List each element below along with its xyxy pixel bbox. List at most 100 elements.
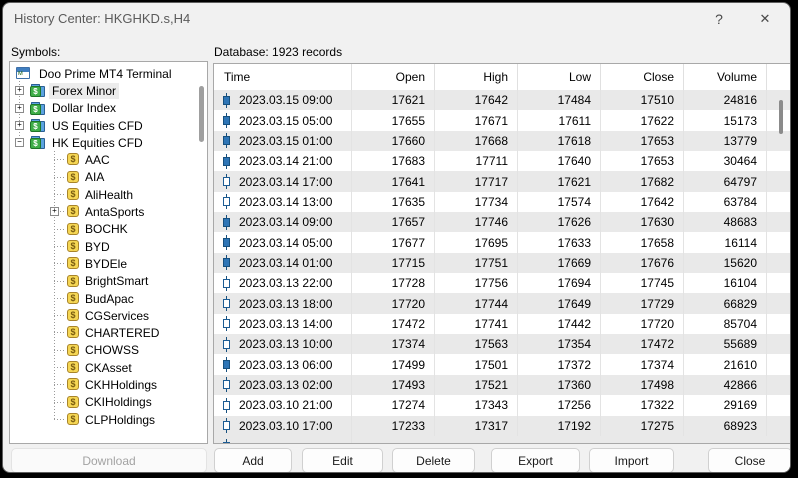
symbol-coin-icon: $ — [67, 205, 79, 217]
tree-item-brightsmart[interactable]: $BrightSmart — [10, 273, 207, 290]
cell-volume: 15173 — [684, 110, 767, 130]
close-icon[interactable]: ✕ — [752, 7, 778, 31]
tree-item-dollar-index[interactable]: + Dollar Index — [10, 100, 207, 117]
collapse-icon[interactable]: − — [15, 138, 24, 147]
tree-item-label[interactable]: BYDEle — [82, 256, 130, 272]
table-row[interactable]: 2023.03.14 21:00176831771117640176533046… — [214, 151, 791, 171]
cell-volume: 68923 — [684, 416, 767, 436]
cell-close: 17653 — [601, 131, 684, 151]
tree-item-label[interactable]: CLPHoldings — [82, 412, 158, 428]
expand-icon[interactable]: + — [50, 207, 59, 216]
column-header-low[interactable]: Low — [518, 64, 601, 90]
tree-item-chartered[interactable]: $CHARTERED — [10, 324, 207, 341]
tree-item-label[interactable]: CKIHoldings — [82, 394, 155, 410]
table-row[interactable]: 2023.03.15 01:00176601766817618176531377… — [214, 131, 791, 151]
cell-close: 17275 — [601, 416, 684, 436]
tree-item-ckhholdings[interactable]: $CKHHoldings — [10, 376, 207, 393]
tree-item-label[interactable]: US Equities CFD — [49, 118, 146, 134]
cell-volume: 64797 — [684, 171, 767, 191]
column-header-close[interactable]: Close — [601, 64, 684, 90]
export-button[interactable]: Export — [491, 448, 580, 473]
tree-item-label[interactable]: AntaSports — [82, 204, 147, 220]
tree-item-label[interactable]: CKAsset — [82, 360, 135, 376]
expand-icon[interactable]: + — [15, 121, 24, 130]
tree-item-aia[interactable]: $AIA — [10, 169, 207, 186]
tree-item-label[interactable]: CKHHoldings — [82, 377, 160, 393]
table-row[interactable]: 2023.03.14 17:00176411771717621176826479… — [214, 171, 791, 191]
expand-icon[interactable]: + — [15, 86, 24, 95]
table-scrollbar-thumb[interactable] — [779, 100, 783, 134]
import-button[interactable]: Import — [589, 448, 674, 473]
tree-item-label[interactable]: CGServices — [82, 308, 152, 324]
tree-item-label[interactable]: Doo Prime MT4 Terminal — [36, 66, 174, 82]
tree-scrollbar-thumb[interactable] — [199, 86, 204, 142]
cell-time-text: 2023.03.15 01:00 — [239, 134, 332, 148]
tree-item-label[interactable]: Dollar Index — [49, 100, 119, 116]
table-row[interactable]: 2023.03.10 21:00172741734317256173222916… — [214, 395, 791, 415]
cell-low: 17633 — [518, 232, 601, 252]
table-row[interactable]: 2023.03.13 14:00174721774117442177208570… — [214, 314, 791, 334]
tree-item-aac[interactable]: $AAC — [10, 151, 207, 168]
table-row[interactable]: 2023.03.14 05:00176771769517633176581611… — [214, 232, 791, 252]
table-row[interactable]: 2023.03.13 06:00174991750117372173742161… — [214, 354, 791, 374]
tree-item-ckiholdings[interactable]: $CKIHoldings — [10, 394, 207, 411]
tree-item-budapac[interactable]: $BudApac — [10, 290, 207, 307]
tree-item-label[interactable]: AAC — [82, 152, 113, 168]
bullish-candle-icon — [222, 418, 231, 433]
titlebar[interactable]: History Center: HKGHKD.s,H4 ? ✕ — [3, 3, 790, 35]
tree-item-label[interactable]: BudApac — [82, 291, 137, 307]
tree-item-label[interactable]: HK Equities CFD — [49, 135, 146, 151]
table-row[interactable]: 2023.03.13 02:00174931752117360174984286… — [214, 375, 791, 395]
cell-low: 17574 — [518, 192, 601, 212]
close-button[interactable]: Close — [708, 448, 791, 473]
column-header-time[interactable]: Time — [214, 64, 352, 90]
tree-item-cgservices[interactable]: $CGServices — [10, 307, 207, 324]
table-row[interactable]: 2023.03.13 10:00173741756317354174725568… — [214, 334, 791, 354]
tree-item-alihealth[interactable]: $AliHealth — [10, 186, 207, 203]
tree-item-bydele[interactable]: $BYDEle — [10, 255, 207, 272]
tree-item-label[interactable]: AliHealth — [82, 187, 136, 203]
column-header-high[interactable]: High — [435, 64, 518, 90]
cell-volume: 55689 — [684, 334, 767, 354]
cell-open: 17374 — [352, 334, 435, 354]
edit-button[interactable]: Edit — [302, 448, 383, 473]
tree-item-forex-minor[interactable]: + Forex Minor — [10, 82, 207, 99]
tree-item-byd[interactable]: $BYD — [10, 238, 207, 255]
cell-low: 17192 — [518, 416, 601, 436]
tree-item-clpholdings[interactable]: $CLPHoldings — [10, 411, 207, 428]
tree-item-bochk[interactable]: $BOCHK — [10, 221, 207, 238]
tree-item-antasports[interactable]: + $AntaSports — [10, 203, 207, 220]
tree-item-hk-equities-cfd[interactable]: − HK Equities CFD — [10, 134, 207, 151]
tree-item-label[interactable]: BYD — [82, 239, 113, 255]
symbol-coin-icon: $ — [67, 153, 79, 165]
table-row[interactable]: 2023.03.13 18:00177201774417649177296682… — [214, 293, 791, 313]
expand-icon[interactable]: + — [15, 104, 24, 113]
table-row[interactable]: 2023.03.14 09:00176571774617626176304868… — [214, 212, 791, 232]
table-row[interactable]: 2023.03.14 01:00177151775117669176761562… — [214, 253, 791, 273]
table-row[interactable]: 2023.03.13 22:00177281775617694177451610… — [214, 273, 791, 293]
cell-low: 17649 — [518, 293, 601, 313]
table-row[interactable]: 2023.03.15 09:00176211764217484175102481… — [214, 90, 791, 110]
tree-item-label[interactable]: BOCHK — [82, 221, 131, 237]
table-row[interactable]: 2023.03.14 13:00176351773417574176426378… — [214, 192, 791, 212]
table-row-partial — [214, 436, 791, 443]
tree-item-doo-prime-mt4-terminal[interactable]: Doo Prime MT4 Terminal — [10, 65, 207, 82]
tree-item-us-equities-cfd[interactable]: + US Equities CFD — [10, 117, 207, 134]
column-header-open[interactable]: Open — [352, 64, 435, 90]
tree-item-ckasset[interactable]: $CKAsset — [10, 359, 207, 376]
tree-item-label[interactable]: CHOWSS — [82, 342, 142, 358]
table-row[interactable]: 2023.03.10 17:00172331731717192172756892… — [214, 416, 791, 436]
tree-item-label[interactable]: BrightSmart — [82, 273, 151, 289]
add-button[interactable]: Add — [214, 448, 292, 473]
tree-item-label[interactable]: AIA — [82, 169, 107, 185]
column-header-volume[interactable]: Volume — [684, 64, 767, 90]
cell-close: 17622 — [601, 110, 684, 130]
tree-item-chowss[interactable]: $CHOWSS — [10, 342, 207, 359]
tree-item-label[interactable]: CHARTERED — [82, 325, 162, 341]
table-row[interactable]: 2023.03.15 05:00176551767117611176221517… — [214, 110, 791, 130]
tree-connector — [54, 419, 65, 420]
help-icon[interactable]: ? — [706, 7, 732, 31]
tree-item-label[interactable]: Forex Minor — [49, 83, 119, 99]
delete-button[interactable]: Delete — [392, 448, 475, 473]
cell-close: 17374 — [601, 354, 684, 374]
